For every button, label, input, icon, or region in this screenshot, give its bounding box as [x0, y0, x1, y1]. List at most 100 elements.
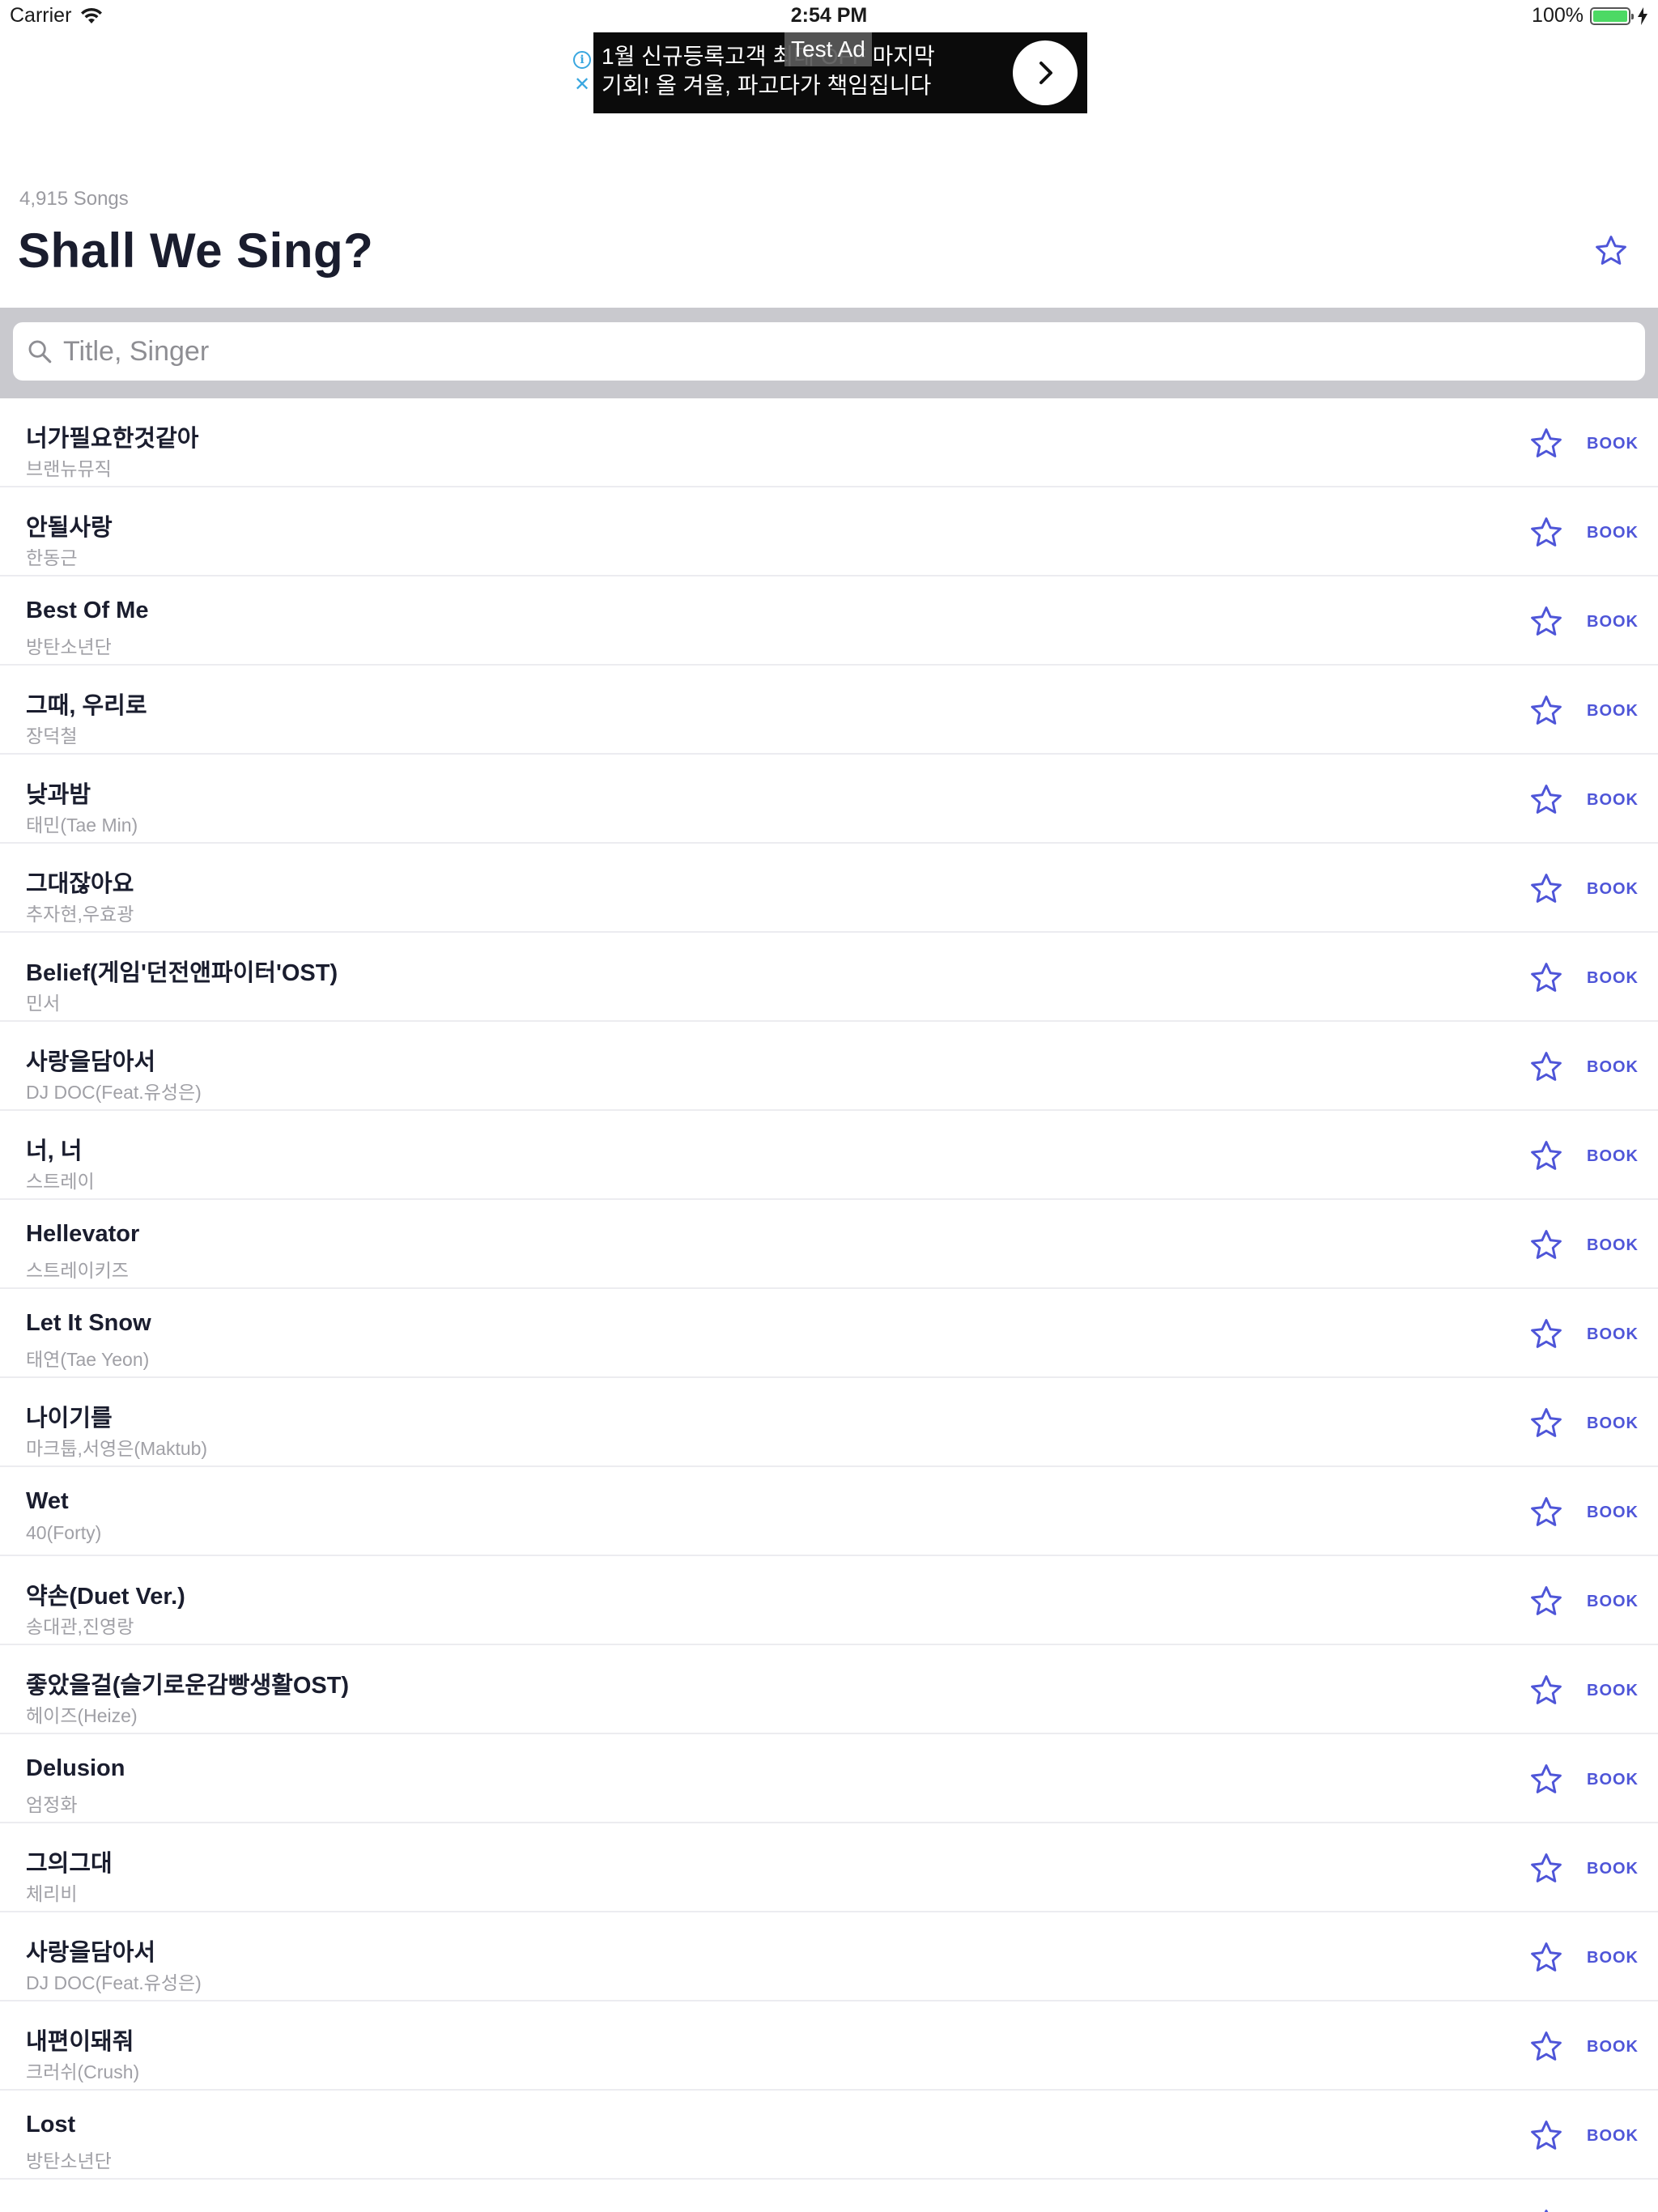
search-input[interactable]	[63, 327, 1645, 376]
song-title: 사랑을담아서	[26, 1049, 156, 1075]
song-artist: 민서	[26, 993, 61, 1014]
favorite-star-icon[interactable]	[1528, 2118, 1564, 2154]
song-artist: 40(Forty)	[26, 1522, 102, 1543]
favorite-star-icon[interactable]	[1528, 782, 1564, 818]
song-row[interactable]: Belief(게임'던전앤파이터'OST) 민서 BOOK	[0, 933, 1658, 1022]
search-box[interactable]	[13, 322, 1645, 381]
book-button[interactable]: BOOK	[1587, 1856, 1639, 1882]
book-button[interactable]: BOOK	[1587, 1678, 1639, 1704]
favorite-star-icon[interactable]	[1528, 1227, 1564, 1263]
song-artist: DJ DOC(Feat.유성은)	[26, 1972, 202, 1993]
song-title: 그때, 우리로	[26, 693, 147, 719]
favorite-star-icon[interactable]	[1528, 604, 1564, 640]
favorite-star-icon[interactable]	[1528, 2029, 1564, 2065]
adchoices[interactable]: i ✕	[571, 32, 593, 113]
favorite-star-icon[interactable]	[1528, 1762, 1564, 1797]
song-row[interactable]: 약손(Duet Ver.) 송대관,진영랑 BOOK	[0, 1556, 1658, 1645]
song-row[interactable]: 너, 너 스트레이 BOOK	[0, 1111, 1658, 1200]
book-button[interactable]: BOOK	[1587, 2123, 1639, 2149]
ad-line-2: 기회! 올 겨울, 파고다가 책임집니다	[602, 73, 932, 98]
favorite-star-icon[interactable]	[1528, 1049, 1564, 1085]
song-artist: 장덕철	[26, 725, 78, 747]
book-button[interactable]: BOOK	[1587, 2034, 1639, 2060]
ad-info-icon[interactable]: i	[573, 51, 591, 69]
book-button[interactable]: BOOK	[1587, 1767, 1639, 1793]
song-row[interactable]: Lost 방탄소년단 BOOK	[0, 2091, 1658, 2180]
favorite-star-icon[interactable]	[1528, 1317, 1564, 1352]
song-title: 약손(Duet Ver.)	[26, 1584, 185, 1610]
song-row[interactable]: Let It Snow 태연(Tae Yeon) BOOK	[0, 1289, 1658, 1378]
song-title: Delusion	[26, 1755, 125, 1781]
favorite-star-icon[interactable]	[1528, 1851, 1564, 1887]
song-row[interactable]: 좋았을걸(슬기로운감빵생활OST) 헤이즈(Heize) BOOK	[0, 1645, 1658, 1734]
songs-count: 4,915 Songs	[19, 188, 129, 210]
song-row[interactable]: Hellevator 스트레이키즈 BOOK	[0, 1200, 1658, 1289]
favorite-star-icon[interactable]	[1528, 1138, 1564, 1174]
battery-icon	[1590, 6, 1634, 25]
song-artist: 방탄소년단	[26, 636, 112, 657]
song-row[interactable]: 너가필요한것같아 브랜뉴뮤직 BOOK	[0, 398, 1658, 487]
test-ad-label: Test Ad	[784, 32, 872, 66]
favorite-star-icon[interactable]	[1528, 1495, 1564, 1530]
book-button[interactable]: BOOK	[1587, 431, 1639, 457]
song-artist: 크러쉬(Crush)	[26, 2061, 140, 2082]
song-row[interactable]: 낮과밤 태민(Tae Min) BOOK	[0, 755, 1658, 844]
book-button[interactable]: BOOK	[1587, 520, 1639, 546]
song-title: 내편이돼줘	[26, 2029, 134, 2055]
song-artist: 마크툽,서영은(Maktub)	[26, 1438, 208, 1459]
favorite-star-icon[interactable]	[1528, 871, 1564, 907]
song-row[interactable]: 나이기를 마크툽,서영은(Maktub) BOOK	[0, 1378, 1658, 1467]
song-title: 사랑을담아서	[26, 1940, 156, 1966]
song-title: Wet	[26, 1488, 69, 1514]
favorite-star-icon[interactable]	[1528, 2207, 1564, 2212]
favorite-star-icon[interactable]	[1528, 693, 1564, 729]
ad-banner[interactable]: i ✕ 1월 신규등록고객 최대 OFF 마지막 기회! 올 겨울, 파고다가 …	[571, 32, 1087, 113]
favorite-star-icon[interactable]	[1528, 1940, 1564, 1976]
song-artist: 스트레이키즈	[26, 1260, 129, 1281]
book-button[interactable]: BOOK	[1587, 965, 1639, 991]
favorite-star-icon[interactable]	[1528, 426, 1564, 462]
song-row[interactable]: Best Of Me 방탄소년단 BOOK	[0, 576, 1658, 666]
book-button[interactable]: BOOK	[1587, 1499, 1639, 1525]
book-button[interactable]: BOOK	[1587, 876, 1639, 902]
song-row[interactable]: BOOK	[0, 2180, 1658, 2212]
favorite-star-icon[interactable]	[1528, 1406, 1564, 1441]
song-row[interactable]: 그의그대 체리비 BOOK	[0, 1823, 1658, 1912]
song-row[interactable]: 안될사랑 한동근 BOOK	[0, 487, 1658, 576]
book-button[interactable]: BOOK	[1587, 1410, 1639, 1436]
book-button[interactable]: BOOK	[1587, 1232, 1639, 1258]
song-row[interactable]: 사랑을담아서 DJ DOC(Feat.유성은) BOOK	[0, 1912, 1658, 2001]
favorite-star-icon[interactable]	[1528, 1584, 1564, 1619]
chevron-right-icon	[1039, 62, 1052, 84]
song-title: 너, 너	[26, 1138, 83, 1164]
song-row[interactable]: Wet 40(Forty) BOOK	[0, 1467, 1658, 1556]
song-title: Best Of Me	[26, 598, 149, 623]
ad-arrow-button[interactable]	[1013, 40, 1078, 105]
song-row[interactable]: 사랑을담아서 DJ DOC(Feat.유성은) BOOK	[0, 1022, 1658, 1111]
book-button[interactable]: BOOK	[1587, 787, 1639, 813]
song-row[interactable]: 내편이돼줘 크러쉬(Crush) BOOK	[0, 2001, 1658, 2091]
book-button[interactable]: BOOK	[1587, 1143, 1639, 1169]
song-artist: 헤이즈(Heize)	[26, 1705, 138, 1726]
song-title: Let It Snow	[26, 1310, 151, 1336]
song-title: 너가필요한것같아	[26, 426, 199, 452]
favorite-star-icon[interactable]	[1528, 515, 1564, 551]
favorite-star-icon[interactable]	[1528, 960, 1564, 996]
book-button[interactable]: BOOK	[1587, 609, 1639, 635]
song-artist: 체리비	[26, 1883, 78, 1904]
book-button[interactable]: BOOK	[1587, 1321, 1639, 1347]
book-button[interactable]: BOOK	[1587, 1589, 1639, 1614]
ad-close-icon[interactable]: ✕	[574, 75, 590, 95]
header: 4,915 Songs Shall We Sing?	[0, 113, 1658, 308]
favorites-star-icon[interactable]	[1593, 233, 1629, 269]
book-button[interactable]: BOOK	[1587, 1054, 1639, 1080]
page-title: Shall We Sing?	[18, 223, 374, 278]
song-row[interactable]: Delusion 엄정화 BOOK	[0, 1734, 1658, 1823]
book-button[interactable]: BOOK	[1587, 698, 1639, 724]
book-button[interactable]: BOOK	[1587, 1945, 1639, 1971]
favorite-star-icon[interactable]	[1528, 1673, 1564, 1708]
song-row[interactable]: 그때, 우리로 장덕철 BOOK	[0, 666, 1658, 755]
song-title: Lost	[26, 2112, 76, 2138]
song-artist: 송대관,진영랑	[26, 1616, 134, 1637]
song-row[interactable]: 그대잖아요 추자현,우효광 BOOK	[0, 844, 1658, 933]
